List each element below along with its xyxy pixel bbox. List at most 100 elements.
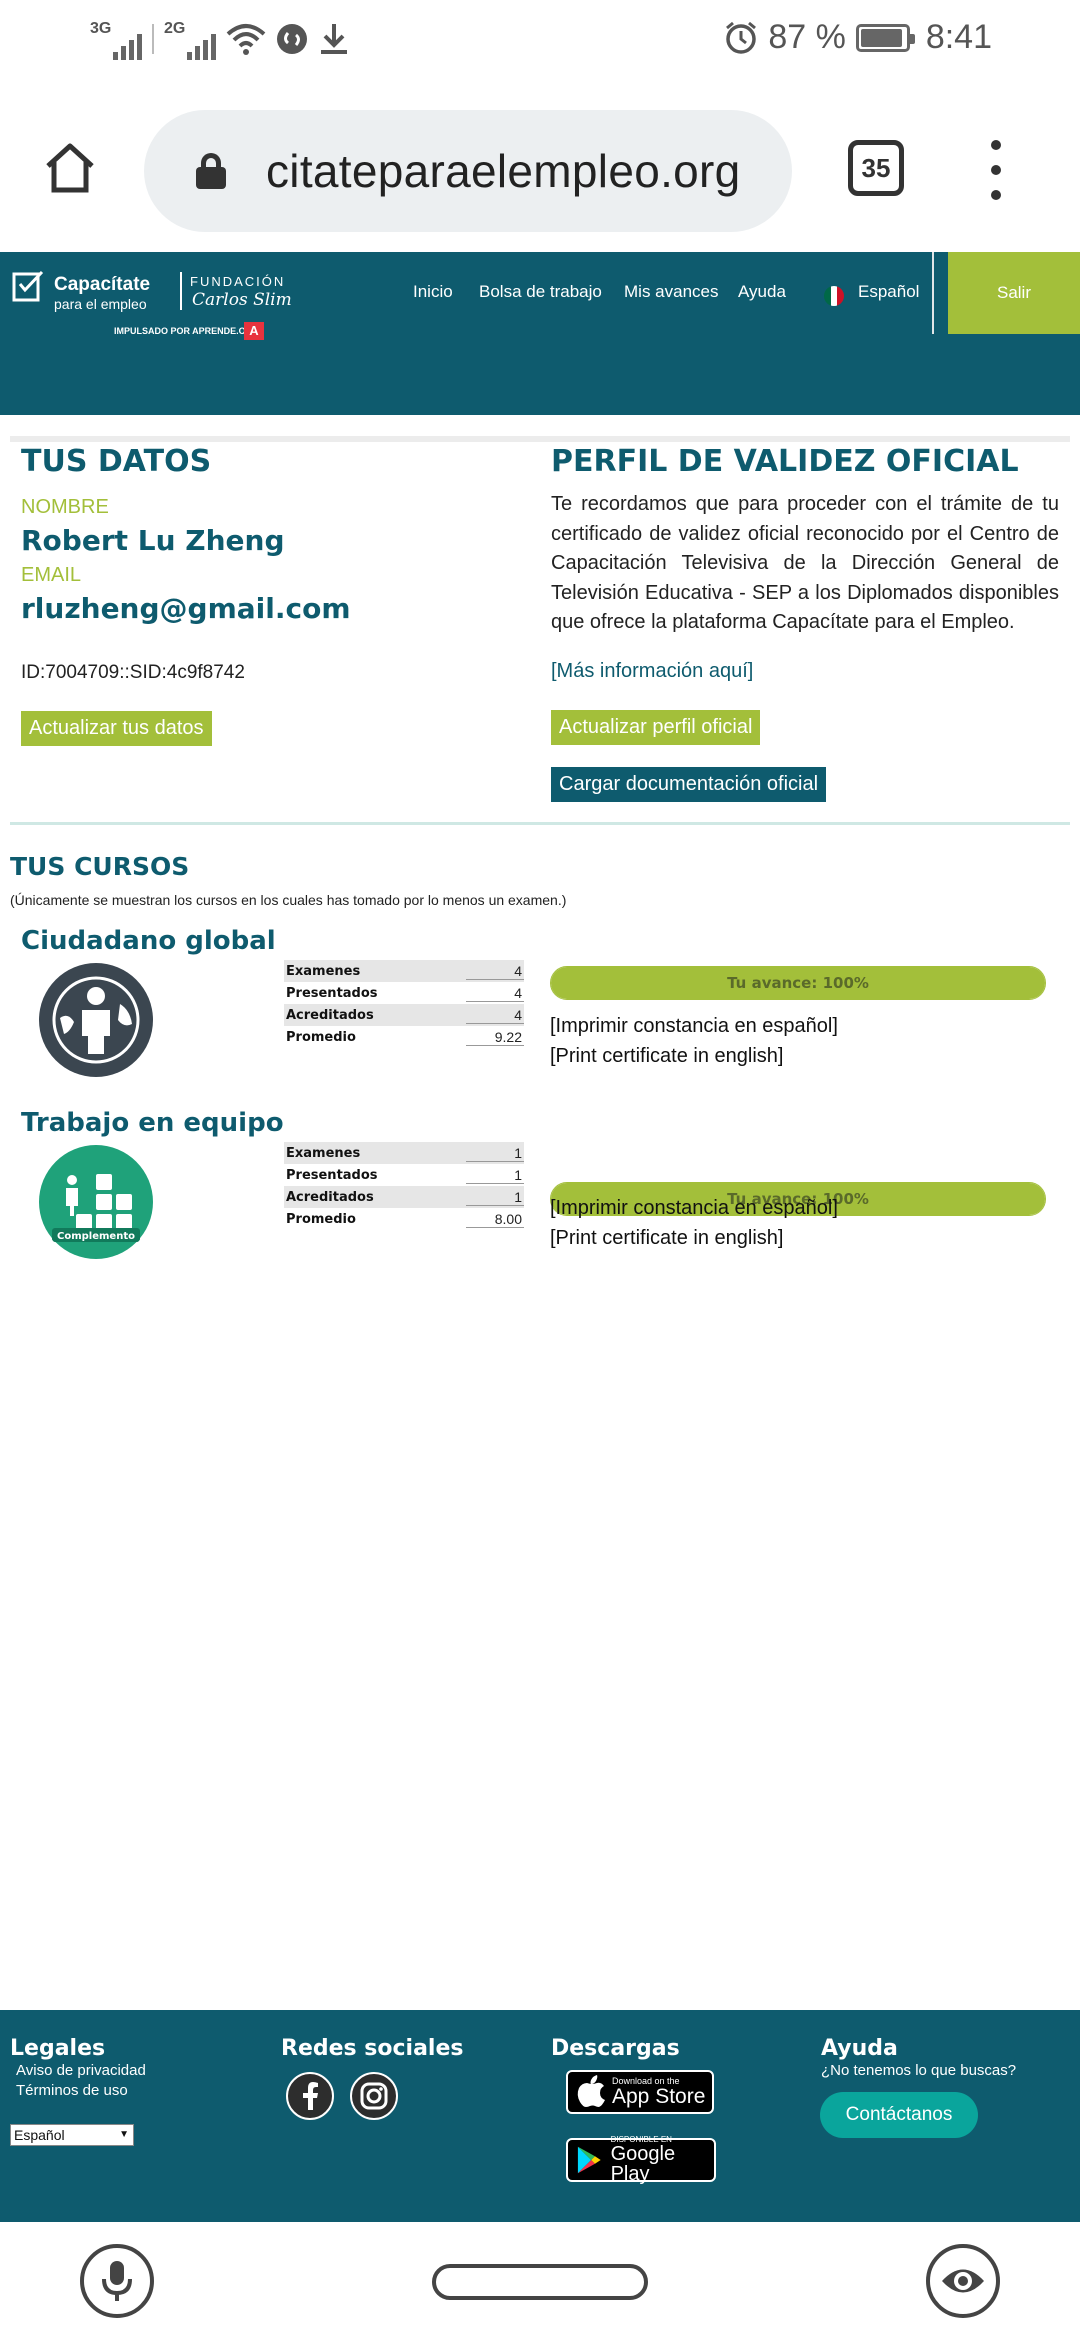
- nav-separator: [932, 252, 934, 334]
- user-name: Robert Lu Zheng: [21, 524, 285, 557]
- instagram-icon[interactable]: [350, 2072, 398, 2120]
- shazam-icon: [277, 24, 307, 54]
- google-play-text: Google Play: [610, 2143, 676, 2185]
- print-certificate-es-link[interactable]: [Imprimir constancia en español]: [550, 1011, 838, 1041]
- print-certificate-es-link[interactable]: [Imprimir constancia en español]: [550, 1193, 838, 1223]
- nav-mis-avances[interactable]: Mis avances: [624, 282, 718, 302]
- perfil-heading: PERFIL DE VALIDEZ OFICIAL: [551, 444, 1019, 479]
- logo-mark-icon: [12, 270, 44, 302]
- app-store-badge[interactable]: Download on the App Store: [566, 2070, 714, 2114]
- logo-foundation-name: Carlos Slim: [192, 290, 292, 310]
- nav-inicio[interactable]: Inicio: [413, 282, 453, 302]
- stat-row: Promedio 8.00: [284, 1208, 524, 1230]
- home-icon[interactable]: [42, 140, 98, 196]
- facebook-icon[interactable]: [286, 2072, 334, 2120]
- teamwork-blocks-icon: Complemento: [39, 1145, 153, 1259]
- stat-value: 9.22: [466, 1029, 524, 1046]
- site-footer: Legales Aviso de privacidad Términos de …: [0, 2010, 1080, 2222]
- alarm-icon: [726, 21, 757, 54]
- course-progress-bar: Tu avance: 100%: [550, 966, 1046, 1000]
- user-email: rluzheng@gmail.com: [21, 592, 351, 625]
- update-data-button[interactable]: Actualizar tus datos: [21, 711, 212, 746]
- footer-descargas-heading: Descargas: [551, 2036, 680, 2061]
- network-type-label: 3G: [90, 20, 112, 37]
- battery-percent: 87 %: [768, 18, 846, 56]
- stat-value: 1: [466, 1145, 524, 1162]
- cursos-note: (Únicamente se muestran los cursos en lo…: [10, 892, 567, 908]
- aprende-badge: A: [244, 322, 264, 340]
- logo-divider: [180, 272, 182, 310]
- stat-row: Presentados 4: [284, 982, 524, 1004]
- status-bar: 3G 2G 87 % 8:41: [0, 0, 1080, 84]
- privacy-link[interactable]: Aviso de privacidad: [16, 2062, 146, 2079]
- logout-button[interactable]: Salir: [948, 252, 1080, 334]
- logo-powered-by: IMPULSADO POR APRENDE.ORG: [114, 326, 260, 336]
- help-question: ¿No tenemos lo que buscas?: [821, 2062, 1017, 2079]
- home-gesture-pill[interactable]: [432, 2264, 648, 2300]
- stat-label: Examenes: [286, 963, 361, 979]
- stat-value: 1: [466, 1189, 524, 1206]
- microphone-icon[interactable]: [80, 2244, 154, 2318]
- stat-value: 1: [466, 1167, 524, 1184]
- stat-label: Promedio: [286, 1211, 356, 1227]
- mexico-flag-icon: [824, 286, 844, 306]
- clock: 8:41: [925, 18, 992, 56]
- terms-link[interactable]: Términos de uso: [16, 2082, 128, 2099]
- print-certificate-en-link[interactable]: [Print certificate in english]: [550, 1041, 783, 1071]
- update-official-profile-button[interactable]: Actualizar perfil oficial: [551, 710, 761, 745]
- more-info-link[interactable]: [Más información aquí]: [551, 660, 753, 683]
- course-stats: Examenes 1 Presentados 1 Acreditados 1 Prom…: [284, 1142, 524, 1230]
- stat-label: Presentados: [286, 1167, 378, 1183]
- signal-icon: 3G: [90, 18, 142, 60]
- stat-label: Acreditados: [286, 1007, 374, 1023]
- stat-value: 4: [466, 985, 524, 1002]
- upload-official-docs-button[interactable]: Cargar documentación oficial: [551, 767, 827, 802]
- stat-row: Examenes 1: [284, 1142, 524, 1164]
- google-play-badge[interactable]: DISPONIBLE EN Google Play: [566, 2136, 716, 2185]
- tab-switcher-button[interactable]: 35: [848, 140, 904, 196]
- google-play-icon: [577, 2146, 601, 2174]
- stat-label: Examenes: [286, 1145, 361, 1161]
- logo-brand-sub: para el empleo: [54, 296, 147, 312]
- print-certificate-en-link[interactable]: [Print certificate in english]: [550, 1223, 783, 1253]
- content-top-border: [10, 436, 1070, 442]
- perfil-text: Te recordamos que para proceder con el t…: [551, 493, 1059, 633]
- logo-brand: Capacítate: [54, 274, 151, 295]
- stat-row: Presentados 1: [284, 1164, 524, 1186]
- system-nav-bar: [0, 2222, 1080, 2340]
- overflow-menu-icon[interactable]: [984, 140, 1008, 200]
- download-icon: [321, 24, 347, 54]
- eye-icon[interactable]: [926, 2244, 1000, 2318]
- app-store-text: App Store: [612, 2085, 706, 2108]
- footer-redes-heading: Redes sociales: [281, 2036, 464, 2061]
- globe-person-icon: [39, 963, 153, 1077]
- site-header: Capacítate para el empleo FUNDACIÓN Carl…: [0, 252, 1080, 415]
- network-type-label: 2G: [164, 20, 186, 37]
- tus-cursos-heading: TUS CURSOS: [10, 852, 190, 881]
- user-id: ID:7004709::SID:4c9f8742: [21, 662, 245, 683]
- language-selector[interactable]: Español: [858, 282, 919, 302]
- contact-button[interactable]: Contáctanos: [820, 2092, 978, 2138]
- apple-icon: [577, 2075, 605, 2107]
- complemento-badge: Complemento: [57, 1231, 135, 1242]
- separator: [152, 24, 154, 54]
- stat-row: Promedio 9.22: [284, 1026, 524, 1048]
- url-text[interactable]: citateparaelempleo.org: [266, 144, 741, 198]
- course-title: Trabajo en equipo: [21, 1108, 284, 1138]
- lock-icon: [196, 153, 226, 189]
- wifi-icon: [226, 24, 266, 55]
- stat-value: 8.00: [466, 1211, 524, 1228]
- signal-icon: 2G: [164, 18, 216, 60]
- email-label: EMAIL: [21, 564, 82, 586]
- stat-label: Presentados: [286, 985, 378, 1001]
- footer-language-select[interactable]: Español: [10, 2124, 134, 2146]
- nav-bolsa-de-trabajo[interactable]: Bolsa de trabajo: [479, 282, 602, 302]
- footer-ayuda-heading: Ayuda: [821, 2036, 898, 2061]
- stat-row: Acreditados 4: [284, 1004, 524, 1026]
- battery-icon: [855, 23, 915, 52]
- section-divider: [10, 822, 1070, 825]
- address-bar[interactable]: citateparaelempleo.org: [144, 110, 792, 232]
- stat-row: Acreditados 1: [284, 1186, 524, 1208]
- stat-label: Promedio: [286, 1029, 356, 1045]
- nav-ayuda[interactable]: Ayuda: [738, 282, 786, 302]
